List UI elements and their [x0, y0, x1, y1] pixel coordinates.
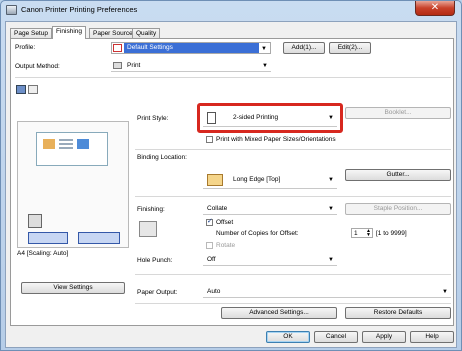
chevron-down-icon: ▼ [442, 289, 448, 295]
hole-punch-select[interactable]: Off ▼ [203, 254, 337, 266]
chevron-down-icon: ▼ [328, 115, 334, 121]
separator [135, 196, 451, 197]
rotate-checkbox[interactable] [206, 242, 213, 249]
chevron-down-icon: ▼ [261, 46, 267, 52]
page-preview [17, 121, 129, 248]
finishing-value: Collate [207, 205, 228, 212]
offset-copies-stepper[interactable]: 1 ▲ ▼ [351, 228, 373, 238]
offset-copies-label: Number of Copies for Offset: [216, 230, 299, 237]
layout-icons-right [78, 232, 120, 244]
separator [135, 303, 451, 304]
print-style-value: 2-sided Printing [233, 114, 279, 121]
title-bar: Canon Printer Printing Preferences ✕ [1, 1, 461, 20]
restore-defaults-button[interactable]: Restore Defaults [345, 307, 451, 319]
mixed-paper-checkbox[interactable] [206, 136, 213, 143]
offset-checkbox[interactable] [206, 217, 213, 226]
stepper-arrows-icon: ▲ ▼ [366, 228, 371, 238]
binding-location-select[interactable]: Long Edge [Top] ▼ [203, 171, 337, 189]
offset-label: Offset [216, 219, 234, 226]
separator [135, 149, 451, 150]
window-title: Canon Printer Printing Preferences [21, 5, 138, 14]
hole-punch-label: Hole Punch: [137, 257, 173, 264]
stapler-icon [28, 214, 42, 228]
binding-location-label: Binding Location: [137, 154, 187, 161]
separator [15, 77, 451, 78]
output-method-select[interactable]: Print ▼ [111, 60, 271, 72]
ok-button[interactable]: OK [266, 331, 310, 343]
output-method-label: Output Method: [15, 63, 60, 70]
advanced-settings-button[interactable]: Advanced Settings... [221, 307, 337, 319]
printer-icon [6, 5, 17, 15]
profile-select[interactable]: Default Settings ▼ [111, 42, 271, 54]
offset-stack-icon [139, 221, 157, 237]
profile-icon [113, 44, 122, 52]
view-settings-button[interactable]: View Settings [21, 282, 125, 294]
paper-output-select[interactable]: Auto ▼ [203, 286, 451, 298]
tab-finishing[interactable]: Finishing [52, 26, 87, 39]
mixed-paper-label: Print with Mixed Paper Sizes/Orientation… [216, 136, 336, 143]
paper-output-value: Auto [207, 288, 221, 295]
page-thumbnail [36, 132, 108, 166]
finishing-page: Profile: Default Settings ▼ Add(1)... Ed… [10, 38, 454, 326]
binding-edge-icon [207, 174, 223, 186]
paper-output-label: Paper Output: [137, 289, 178, 296]
chevron-down-icon: ▼ [328, 177, 334, 183]
print-style-label: Print Style: [137, 115, 169, 122]
layout-preview-icon[interactable] [16, 85, 26, 94]
finishing-label: Finishing: [137, 206, 165, 213]
printer-icon [113, 62, 122, 69]
gutter-button[interactable]: Gutter... [345, 169, 451, 181]
offset-copies-range: [1 to 9999] [376, 230, 407, 237]
binding-location-value: Long Edge [Top] [233, 176, 281, 183]
hole-punch-value: Off [207, 256, 216, 263]
printer-preview-icon[interactable] [28, 85, 38, 94]
close-button[interactable]: ✕ [415, 1, 455, 16]
edit-profile-button[interactable]: Edit(2)... [329, 42, 371, 54]
staple-position-button[interactable]: Staple Position... [345, 203, 451, 215]
chevron-down-icon: ▼ [328, 257, 334, 263]
offset-copies-value: 1 [354, 230, 358, 237]
printing-preferences-window: Canon Printer Printing Preferences ✕ Pag… [0, 0, 462, 351]
layout-icons-left [28, 232, 68, 244]
apply-button[interactable]: Apply [362, 331, 406, 343]
dialog-client: Page Setup Finishing Paper Source Qualit… [5, 21, 457, 348]
two-sided-icon [207, 112, 216, 124]
print-style-select[interactable]: 2-sided Printing ▼ [203, 109, 337, 127]
finishing-select[interactable]: Collate ▼ [203, 203, 337, 215]
rotate-label: Rotate [216, 242, 236, 249]
chevron-down-icon: ▼ [328, 206, 334, 212]
cancel-button[interactable]: Cancel [314, 331, 358, 343]
output-method-value: Print [127, 62, 141, 69]
help-button[interactable]: Help [410, 331, 454, 343]
add-profile-button[interactable]: Add(1)... [283, 42, 325, 54]
profile-label: Profile: [15, 44, 36, 51]
separator [135, 274, 451, 275]
preview-status: A4 [Scaling: Auto] [17, 249, 129, 258]
chevron-down-icon: ▼ [262, 63, 268, 69]
booklet-button[interactable]: Booklet... [345, 107, 451, 119]
profile-value: Default Settings [124, 43, 259, 53]
